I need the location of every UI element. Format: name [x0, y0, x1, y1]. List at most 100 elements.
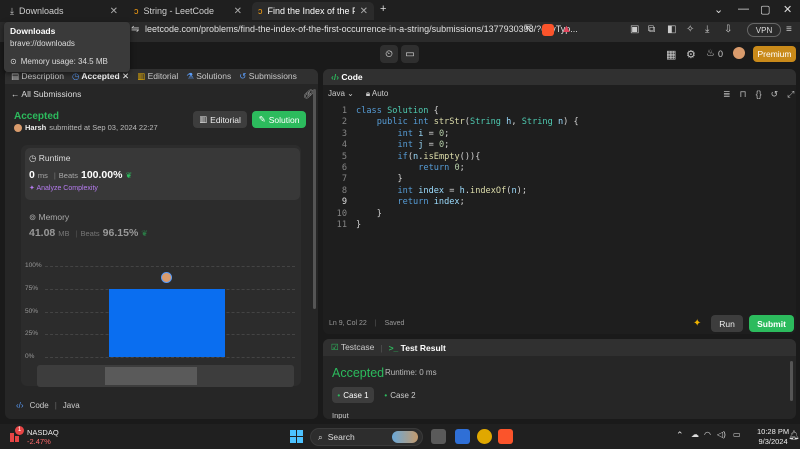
language-select[interactable]: Java ⌄ — [328, 89, 354, 99]
solution-button[interactable]: ✎ Solution — [252, 111, 306, 128]
code-line[interactable]: 3 int i = 0; — [323, 129, 793, 140]
close-icon[interactable]: ✕ — [234, 6, 242, 17]
all-submissions-link[interactable]: ← All Submissions — [11, 89, 81, 99]
battery-icon[interactable]: ▭ — [733, 430, 741, 439]
close-icon[interactable]: ✕ — [360, 6, 368, 17]
avatar[interactable] — [733, 47, 745, 59]
chevron-up-icon[interactable]: ⌃ — [676, 430, 684, 441]
chevron-down-icon[interactable]: ⌄ — [714, 3, 723, 16]
line-number: 2 — [341, 117, 347, 128]
mode-value: Auto — [371, 89, 389, 98]
gear-icon[interactable]: ⚙ — [686, 48, 696, 61]
wifi-icon[interactable]: ◠ — [704, 430, 711, 439]
username[interactable]: Harsh — [25, 123, 46, 132]
notes-icon[interactable]: ▭ — [401, 45, 419, 63]
new-tab-button[interactable]: + — [380, 3, 386, 15]
code-line[interactable]: 11} — [323, 220, 793, 231]
tune-icon[interactable]: ⇋ — [131, 24, 139, 35]
code-line[interactable]: 9 return index; — [323, 197, 793, 208]
timer-icon[interactable]: ⏲ — [380, 45, 398, 63]
code-line[interactable]: 8 int index = h.indexOf(n); — [323, 186, 793, 197]
teams-icon[interactable] — [455, 429, 470, 444]
chart-bar[interactable] — [109, 288, 225, 357]
code-area[interactable]: 1 class Solution {2 public int strStr(Str… — [323, 106, 796, 316]
tab-description[interactable]: ▤ Description — [11, 71, 64, 82]
line-number: 10 — [336, 208, 347, 219]
clock[interactable]: 10:28 PM 9/3/2024 — [757, 427, 789, 447]
premium-button[interactable]: Premium — [753, 46, 796, 62]
tab-title: String - LeetCode — [143, 6, 215, 16]
memory-value-row[interactable]: 41.08 MB | Beats 96.15% ❦ — [29, 227, 148, 239]
extensions-icon[interactable]: ⧉ — [648, 24, 655, 35]
close-icon[interactable]: ✕ — [110, 6, 118, 17]
sidebar-icon[interactable]: ◧ — [667, 24, 676, 35]
cloud-icon[interactable]: ☁ — [691, 430, 699, 439]
scrollbar[interactable] — [790, 361, 793, 401]
wallet-icon[interactable]: ▣ — [630, 24, 639, 35]
tab-string-leetcode[interactable]: ↄ String - LeetCode ✕ — [128, 2, 248, 20]
notification-icon[interactable]: 🔔︎ — [788, 430, 799, 441]
mode-select[interactable]: 🔒︎ Auto — [366, 89, 389, 99]
tab-label: Solutions — [196, 71, 232, 81]
minimize-button[interactable]: — — [738, 3, 749, 15]
vpn-button[interactable]: VPN — [747, 23, 781, 37]
window-close-button[interactable]: ✕ — [783, 3, 792, 16]
code-line[interactable]: 7 } — [323, 174, 793, 185]
tab-downloads[interactable]: ⤓ Downloads ✕ — [4, 2, 124, 20]
memory-value: 41.08 — [29, 227, 56, 239]
bookmark-icon[interactable]: ⊓ — [740, 89, 747, 100]
case-1-tab[interactable]: • Case 1 — [332, 387, 374, 403]
code-line[interactable]: 6 return 0; — [323, 163, 793, 174]
tab-testcase[interactable]: ☑ Testcase — [331, 342, 374, 353]
leo-icon[interactable]: ✧ — [686, 24, 694, 35]
submit-button[interactable]: Submit — [749, 315, 794, 332]
chart-range-thumb[interactable] — [105, 367, 197, 385]
task-view-icon[interactable] — [431, 429, 446, 444]
code-line[interactable]: 10 } — [323, 209, 793, 220]
analyze-complexity-link[interactable]: ✦ Analyze Complexity — [29, 184, 98, 192]
expand-icon[interactable]: ⤢ — [787, 89, 794, 100]
scrollbar[interactable] — [313, 89, 316, 309]
tab-find-index[interactable]: ↄ Find the Index of the First Occu ✕ — [252, 2, 374, 20]
format-icon[interactable]: ≣ — [723, 89, 731, 100]
stock-widget[interactable]: NASDAQ -2.47% — [27, 428, 59, 446]
brave-rewards-icon[interactable]: ▲ — [561, 23, 572, 35]
tab-test-result[interactable]: >_ Test Result — [389, 343, 446, 353]
taskbar-search[interactable]: ⌕ Search — [310, 428, 423, 446]
tab-accepted[interactable]: ◷ Accepted ✕ — [72, 71, 129, 82]
share-icon[interactable]: ⇱ — [524, 24, 532, 35]
premium-label: Premium — [757, 49, 792, 59]
brave-icon[interactable] — [498, 429, 513, 444]
code-text: } — [376, 208, 382, 219]
tab-solutions[interactable]: ⚗ Solutions — [186, 71, 231, 82]
brave-shield-icon[interactable] — [542, 24, 554, 36]
flask-icon: ⚗ — [186, 71, 197, 81]
layout-icon[interactable]: ▦ — [666, 48, 676, 61]
code-line[interactable]: 5 if(n.isEmpty()){ — [323, 152, 793, 163]
download-icon[interactable]: ⤓ — [705, 24, 709, 35]
tab-editorial[interactable]: ▥ Editorial — [137, 71, 178, 82]
fire-icon[interactable]: ♨ — [706, 48, 715, 59]
windows-start-icon[interactable] — [290, 430, 303, 443]
reset-icon[interactable]: ↺ — [771, 89, 779, 100]
run-button[interactable]: Run — [711, 315, 743, 332]
editorial-button[interactable]: ▥ Editorial — [193, 111, 247, 128]
debug-icon[interactable]: ✦ — [693, 318, 701, 329]
downloads-icon[interactable]: ⇩ — [724, 24, 732, 35]
chrome-icon[interactable] — [477, 429, 492, 444]
maximize-button[interactable]: ▢ — [760, 3, 770, 16]
runtime-unit: ms — [37, 171, 48, 180]
url-field[interactable]: leetcode.com/problems/find-the-index-of-… — [145, 24, 578, 34]
menu-icon[interactable]: ≡ — [786, 24, 792, 35]
line-number: 9 — [341, 197, 347, 208]
code-text: int j = 0; — [397, 140, 450, 151]
code-line[interactable]: 4 int j = 0; — [323, 140, 793, 151]
braces-icon[interactable]: {} — [756, 89, 762, 100]
code-line[interactable]: 1 class Solution { — [323, 106, 793, 117]
tab-submissions[interactable]: ↺ Submissions — [239, 71, 297, 82]
volume-icon[interactable]: ◁) — [717, 430, 726, 439]
code-line[interactable]: 2 public int strStr(String h, String n) … — [323, 117, 793, 128]
case-2-tab[interactable]: • Case 2 — [381, 387, 419, 403]
stock-widget-icon[interactable]: 1 — [10, 426, 24, 442]
code-text: return 0; — [418, 163, 465, 173]
